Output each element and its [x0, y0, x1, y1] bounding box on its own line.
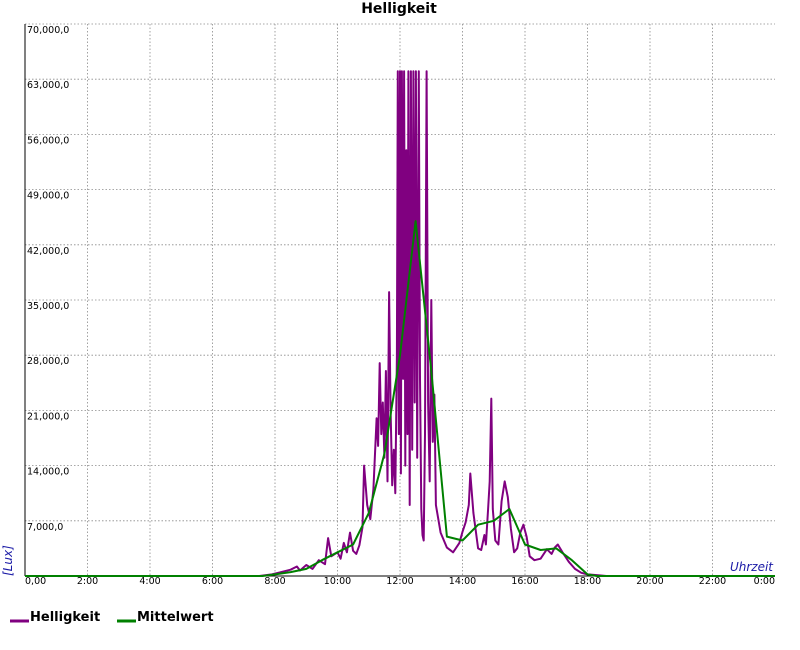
y-tick-label: 35,000,0 — [27, 301, 69, 312]
x-tick-label: 14:00 — [449, 576, 476, 587]
legend-label-helligkeit: Helligkeit — [30, 610, 100, 625]
x-tick-label: 18:00 — [574, 576, 601, 587]
x-tick-label: 16:00 — [511, 576, 538, 587]
y-tick-label: 21,000,0 — [27, 411, 69, 422]
x-tick-label: 8:00 — [264, 576, 285, 587]
y-tick-label: 28,000,0 — [27, 356, 69, 367]
chart-title: Helligkeit — [361, 1, 437, 17]
chart: Helligkeit 7,000,0 14,000,0 21,000,0 28,000… — [1, 1, 775, 625]
x-tick-label: 12:00 — [386, 576, 413, 587]
x-tick-label: 2:00 — [77, 576, 98, 587]
y-tick-label: 7,000,0 — [27, 522, 63, 533]
x-tick-labels: 0,00 2:00 4:00 6:00 8:00 10:00 12:00 14:00 16:00… — [25, 576, 775, 587]
y-tick-label: 56,000,0 — [27, 135, 69, 146]
x-tick-label: 0,00 — [25, 576, 46, 587]
y-tick-label: 70,000,0 — [27, 25, 69, 36]
y-tick-labels: 7,000,0 14,000,0 21,000,0 28,000,0 35,000,0 4… — [27, 25, 69, 533]
x-axis-label: Uhrzeit — [730, 560, 774, 574]
y-tick-label: 14,000,0 — [27, 467, 69, 478]
x-tick-label: 22:00 — [699, 576, 726, 587]
x-tick-label: 10:00 — [324, 576, 351, 587]
x-tick-label: 4:00 — [139, 576, 160, 587]
y-tick-label: 49,000,0 — [27, 191, 69, 202]
y-axis-label: [Lux] — [1, 545, 15, 576]
legend: Helligkeit Mittelwert — [10, 610, 214, 625]
y-tick-label: 42,000,0 — [27, 246, 69, 257]
y-tick-label: 63,000,0 — [27, 80, 69, 91]
legend-label-mittelwert: Mittelwert — [137, 610, 214, 625]
x-tick-label: 6:00 — [202, 576, 223, 587]
x-tick-label: 0:00 — [754, 576, 775, 587]
x-tick-label: 20:00 — [636, 576, 663, 587]
